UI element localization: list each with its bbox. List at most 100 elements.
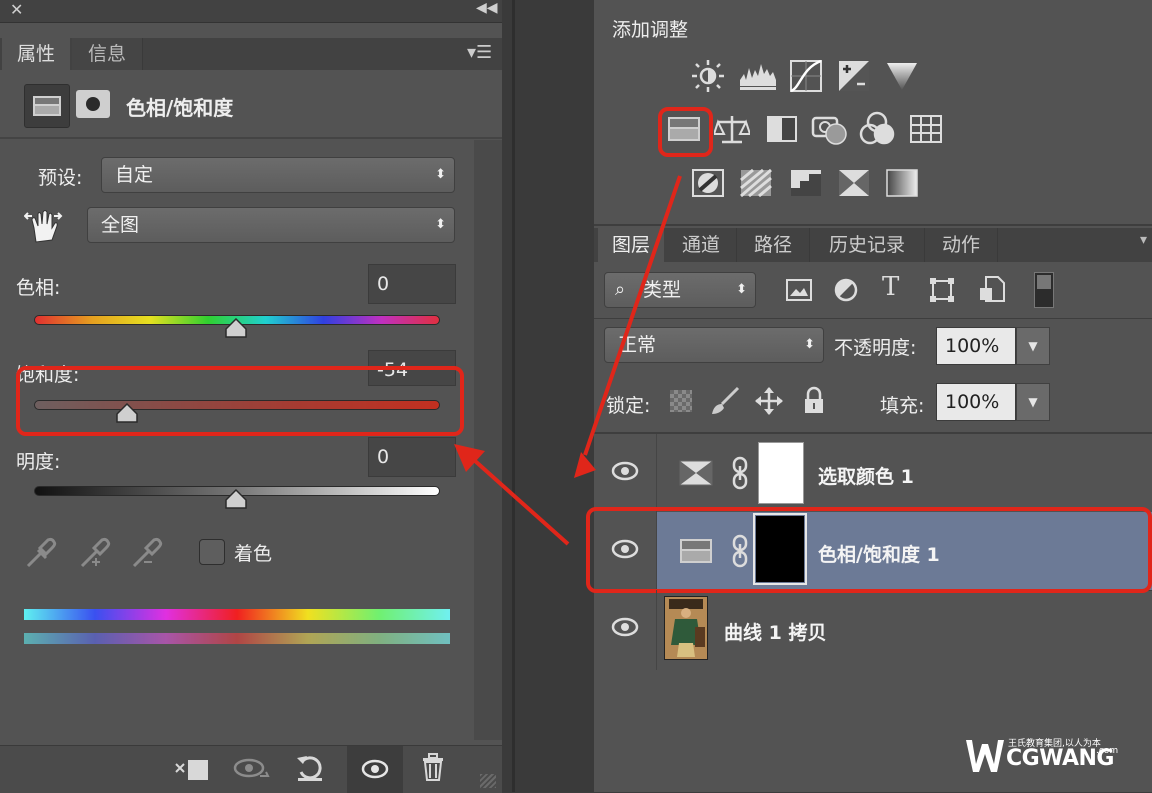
clip-to-layer-icon[interactable] — [172, 756, 212, 784]
updown-arrows-icon: ⬍ — [435, 217, 446, 232]
color-balance-icon[interactable] — [714, 112, 750, 146]
vibrance-icon[interactable] — [884, 58, 920, 94]
layer-photo-thumbnail[interactable] — [664, 596, 708, 660]
eyedropper-subtract-icon[interactable] — [130, 536, 164, 570]
filter-smart-object-icon[interactable] — [978, 274, 1006, 304]
threshold-icon[interactable] — [788, 166, 824, 200]
canvas-gap — [502, 0, 594, 792]
selective-color-icon[interactable] — [836, 166, 872, 200]
view-previous-icon[interactable] — [232, 754, 272, 784]
cgwang-watermark: 王氏教育集团,以人为本 CGWANG .com — [964, 736, 1152, 786]
adjustment-title: 色相/饱和度 — [126, 96, 234, 120]
tab-history[interactable]: 历史记录 — [810, 228, 925, 262]
fill-label: 填充: — [880, 395, 925, 417]
preset-dropdown[interactable]: 自定 ⬍ — [101, 157, 455, 193]
properties-panel: ✕ ◀◀ 属性 信息 ▾☰ 色相/饱和度 预设: 自定 ⬍ 全图 ⬍ 色相: 0… — [0, 0, 502, 793]
brightness-contrast-icon[interactable] — [690, 58, 726, 94]
selected-layer-highlight-box — [586, 507, 1152, 593]
layer-row-selective-color[interactable]: 选取颜色 1 — [594, 434, 1152, 513]
levels-icon[interactable] — [738, 60, 778, 92]
lightness-label: 明度: — [16, 451, 61, 473]
curves-icon[interactable] — [788, 58, 824, 94]
color-lookup-icon[interactable] — [908, 112, 944, 146]
eyedropper-add-icon[interactable] — [78, 536, 112, 570]
lock-transparency-icon[interactable] — [670, 390, 692, 412]
adjustments-layers-panel: 添加调整 图层 通道 路径 历史记录 动作 ▾ ⌕ 类型 ⬍ T 正常 ⬍ 不透… — [586, 0, 1152, 792]
invert-icon[interactable] — [690, 166, 726, 200]
lightness-value-input[interactable]: 0 — [368, 437, 456, 477]
toggle-visibility-button[interactable] — [347, 746, 403, 793]
filter-adjustment-icon[interactable] — [832, 276, 860, 304]
tab-channels[interactable]: 通道 — [666, 228, 737, 262]
posterize-icon[interactable] — [738, 166, 774, 200]
tab-paths[interactable]: 路径 — [737, 228, 810, 262]
layer-visibility-toggle[interactable] — [594, 590, 657, 670]
lightness-slider-thumb[interactable] — [225, 489, 247, 509]
updown-arrows-icon: ⬍ — [804, 337, 815, 352]
collapse-icon[interactable]: ◀◀ — [476, 0, 498, 16]
filter-pixel-icon[interactable] — [784, 276, 814, 304]
opacity-input[interactable]: 100% — [936, 327, 1016, 365]
tab-info[interactable]: 信息 — [72, 38, 143, 70]
panel-menu-icon[interactable]: ▾☰ — [467, 42, 492, 63]
tab-properties[interactable]: 属性 — [2, 38, 70, 70]
scrollbar-track[interactable] — [474, 140, 502, 740]
filter-text-icon[interactable]: T — [882, 272, 899, 302]
gradient-map-icon[interactable] — [884, 166, 920, 200]
hand-adjust-icon[interactable] — [24, 206, 64, 246]
colorize-checkbox[interactable] — [199, 539, 225, 565]
lock-brush-icon[interactable] — [708, 386, 740, 416]
selective-color-icon — [678, 458, 714, 488]
hue-slider-thumb[interactable] — [225, 318, 247, 338]
opacity-label: 不透明度: — [834, 337, 917, 359]
opacity-dropdown-arrow[interactable]: ▼ — [1016, 327, 1050, 365]
blend-mode-dropdown[interactable]: 正常 ⬍ — [604, 327, 824, 363]
panel-title-bar: ✕ ◀◀ — [0, 0, 502, 23]
watermark-domain: .com — [1096, 746, 1119, 756]
layer-name[interactable]: 选取颜色 1 — [818, 462, 914, 489]
colorize-label: 着色 — [234, 543, 273, 565]
adjustment-layer-icon[interactable] — [24, 84, 70, 128]
channel-mixer-icon[interactable] — [858, 110, 896, 146]
photo-filter-icon[interactable] — [810, 110, 850, 146]
filter-toggle-switch[interactable] — [1034, 272, 1054, 308]
filter-type-dropdown[interactable]: ⌕ 类型 ⬍ — [604, 272, 756, 308]
updown-arrows-icon: ⬍ — [736, 282, 747, 297]
lock-all-icon[interactable] — [802, 386, 826, 416]
lock-move-icon[interactable] — [754, 386, 784, 416]
fill-dropdown-arrow[interactable]: ▼ — [1016, 383, 1050, 421]
panel-menu-icon[interactable]: ▾ — [1140, 232, 1147, 248]
black-white-icon[interactable] — [764, 112, 800, 146]
fill-input[interactable]: 100% — [936, 383, 1016, 421]
layer-mask-icon[interactable] — [76, 90, 110, 118]
output-color-bar — [24, 633, 450, 644]
hue-label: 色相: — [16, 277, 61, 299]
input-color-bar — [24, 609, 450, 620]
reset-icon[interactable] — [294, 752, 326, 784]
preset-label: 预设: — [38, 167, 83, 189]
preset-value: 自定 — [115, 164, 154, 186]
eyedropper-icon[interactable] — [24, 536, 58, 570]
layer-name[interactable]: 曲线 1 拷贝 — [724, 618, 826, 645]
layer-row-curves-copy[interactable]: 曲线 1 拷贝 — [594, 590, 1152, 671]
adjustments-title: 添加调整 — [612, 19, 689, 41]
filter-shape-icon[interactable] — [928, 276, 956, 304]
cgwang-logo — [966, 740, 1004, 772]
hue-value-input[interactable]: 0 — [368, 264, 456, 304]
lock-label: 锁定: — [606, 395, 651, 417]
layer-visibility-toggle[interactable] — [594, 434, 657, 512]
tab-layers[interactable]: 图层 — [598, 228, 664, 262]
blend-mode-value: 正常 — [618, 334, 657, 356]
exposure-icon[interactable] — [836, 58, 872, 94]
close-icon[interactable]: ✕ — [10, 0, 23, 19]
layer-mask-thumbnail[interactable] — [758, 442, 804, 504]
trash-icon[interactable] — [418, 752, 448, 784]
updown-arrows-icon: ⬍ — [435, 167, 446, 182]
resize-grip-icon[interactable] — [480, 774, 496, 788]
tab-actions[interactable]: 动作 — [925, 228, 998, 262]
divider — [0, 137, 502, 139]
range-value: 全图 — [101, 214, 140, 236]
saturation-highlight-box — [16, 366, 464, 436]
chain-link-icon[interactable] — [730, 456, 750, 490]
range-dropdown[interactable]: 全图 ⬍ — [87, 207, 455, 243]
